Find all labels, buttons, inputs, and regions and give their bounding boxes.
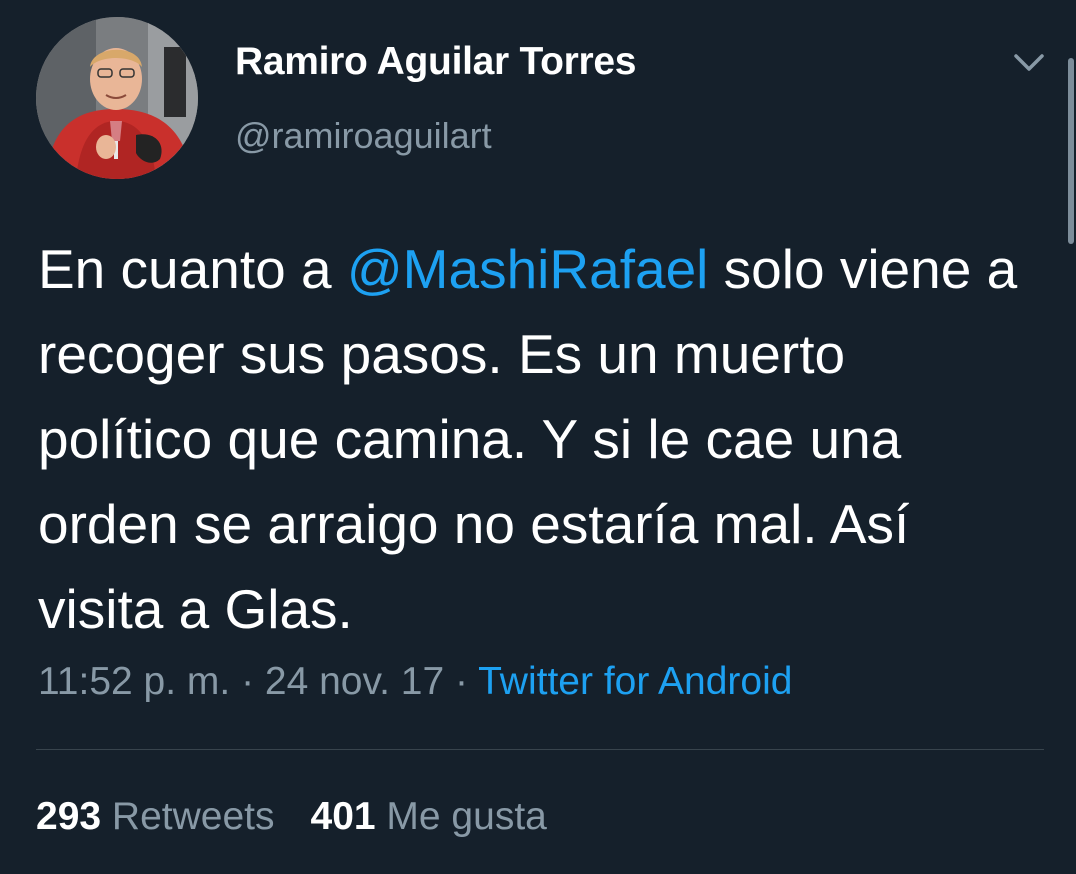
tweet-source-link[interactable]: Twitter for Android	[478, 660, 792, 703]
avatar-photo	[36, 17, 198, 179]
tweet-time[interactable]: 11:52 p. m.	[38, 660, 230, 703]
meta-separator: ·	[444, 660, 479, 703]
divider	[36, 749, 1044, 750]
likes-count: 401	[310, 795, 376, 838]
author-handle[interactable]: @ramiroaguilart	[235, 115, 492, 157]
mention-link[interactable]: @MashiRafael	[347, 238, 709, 300]
meta-separator: ·	[230, 660, 265, 703]
tweet-text-part: En cuanto a	[38, 238, 347, 300]
chevron-down-icon[interactable]	[1010, 48, 1048, 78]
retweets-label: Retweets	[111, 795, 275, 838]
likes-label: Me gusta	[386, 795, 547, 838]
retweets-stat[interactable]: 293 Retweets	[36, 795, 275, 838]
likes-stat[interactable]: 401 Me gusta	[311, 795, 547, 838]
tweet-date[interactable]: 24 nov. 17	[265, 660, 444, 703]
avatar[interactable]	[36, 17, 198, 179]
author-display-name[interactable]: Ramiro Aguilar Torres	[235, 40, 636, 84]
tweet-text: En cuanto a @MashiRafael solo viene a re…	[38, 227, 1028, 652]
scrollbar[interactable]	[1068, 58, 1074, 244]
retweets-count: 293	[36, 795, 102, 838]
tweet-meta: 11:52 p. m. · 24 nov. 17 · Twitter for A…	[38, 660, 792, 704]
tweet-stats: 293 Retweets 401 Me gusta	[36, 795, 547, 839]
